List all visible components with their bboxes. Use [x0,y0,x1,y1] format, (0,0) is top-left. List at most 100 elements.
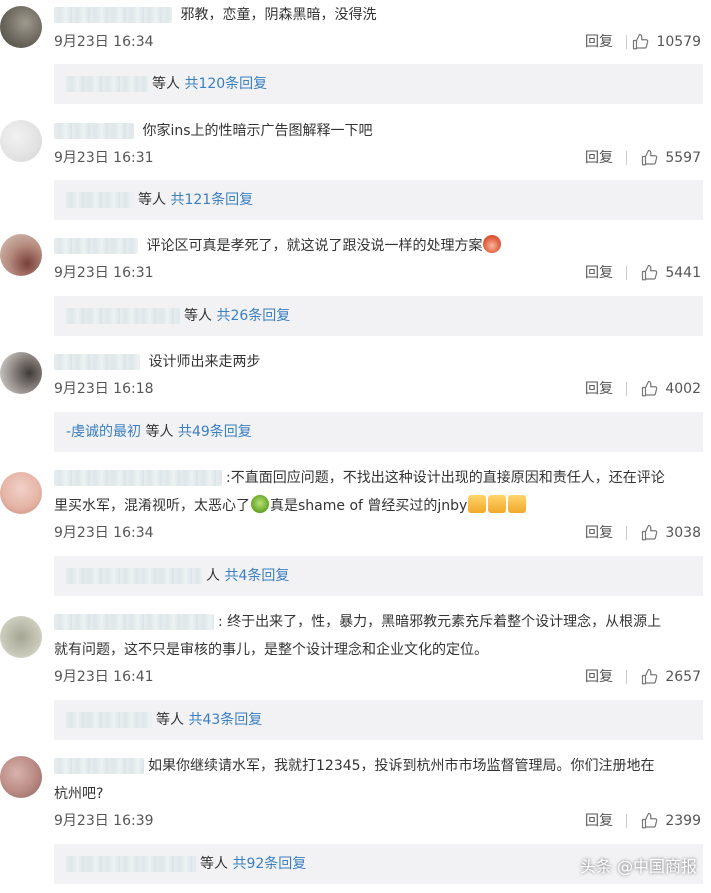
comment-body: 你家ins上的性暗示广告图解释一下吧 [142,123,373,139]
username-blurred[interactable] [66,856,196,872]
reply-button[interactable]: 回复 [585,667,613,687]
view-replies-link[interactable]: 共120条回复 [184,76,267,92]
comment-body-line2a: 里买水军，混淆视听，太恶心了 [54,498,250,514]
comment-text: 邪教，恋童，阴森黑暗，没得洗 [54,1,701,29]
like-count: 10579 [656,34,701,50]
username-blurred[interactable] [66,712,152,728]
like-button[interactable]: 4002 [641,379,701,399]
thread-suffix: 等人 [138,192,166,208]
username-blurred[interactable] [66,568,202,584]
username-blurred[interactable] [54,614,214,630]
comment-body: 设计师出来走两步 [148,354,261,370]
divider [626,670,627,684]
comment-meta: 9月23日 16:31 回复 5441 [54,263,701,283]
like-button[interactable]: 10579 [632,32,701,52]
thread-suffix: 等人 [152,76,180,92]
comment-text: :不直面回应问题，不找出这种设计出现的直接原因和责任人，还在评论 [54,464,701,492]
comment-meta: 9月23日 16:34 回复 10579 [54,32,701,52]
comment-body-line1: :不直面回应问题，不找出这种设计出现的直接原因和责任人，还在评论 [226,470,665,486]
thumbs-up-icon [633,33,649,50]
comment-body: 邪教，恋童，阴森黑暗，没得洗 [180,7,377,23]
comment-body-line1: 如果你继续请水军，我就打12345，投诉到杭州市市场监督管理局。你们注册地在 [148,758,655,774]
reply-button[interactable]: 回复 [585,148,613,168]
like-button[interactable]: 2657 [641,667,701,687]
like-count: 2399 [665,813,701,829]
like-count: 2657 [665,669,701,685]
reply-thread[interactable]: 等人 共26条回复 [54,296,703,336]
thread-suffix: 人 [206,568,220,584]
thread-suffix: 等人 [156,712,184,728]
comment-body-line2b: 真是shame of 曾经买过的jnby [270,498,468,514]
comment-time: 9月23日 16:34 [54,525,154,541]
comment-text: : 终于出来了，性，暴力，黑暗邪教元素充斥着整个设计理念，从根源上 [54,608,701,636]
username-blurred[interactable] [66,76,148,92]
comment-time: 9月23日 16:18 [54,381,154,397]
comment-text: 如果你继续请水军，我就打12345，投诉到杭州市市场监督管理局。你们注册地在 [54,752,701,780]
avatar[interactable] [0,234,42,276]
angry-emoji-icon [483,235,502,253]
like-button[interactable]: 5597 [641,148,701,168]
view-replies-link[interactable]: 共43条回复 [188,712,262,728]
reply-thread[interactable]: 人 共4条回复 [54,556,703,596]
username-blurred[interactable] [66,192,134,208]
avatar[interactable] [0,472,42,514]
view-replies-link[interactable]: 共92条回复 [232,856,306,872]
reply-button[interactable]: 回复 [585,263,613,283]
like-button[interactable]: 2399 [641,811,701,831]
like-button[interactable]: 5441 [641,263,701,283]
like-count: 5597 [665,150,701,166]
thread-suffix: 等人 [145,424,174,440]
divider [626,814,627,828]
view-replies-link[interactable]: 共49条回复 [178,424,252,440]
reply-button[interactable]: 回复 [585,523,613,543]
view-replies-link[interactable]: 共26条回复 [216,308,290,324]
username-blurred[interactable] [54,758,144,774]
reply-thread[interactable]: 等人 共43条回复 [54,700,703,740]
username-blurred[interactable] [54,354,140,370]
username-blurred[interactable] [54,470,222,486]
comment-meta: 9月23日 16:41 回复 2657 [54,667,701,687]
comment-text: 设计师出来走两步 [54,348,701,376]
username-blurred[interactable] [54,7,172,23]
comment-time: 9月23日 16:39 [54,813,154,829]
comment-meta: 9月23日 16:34 回复 3038 [54,523,701,543]
username-blurred[interactable] [54,238,138,254]
reply-thread[interactable]: -虔诚的最初 等人 共49条回复 [54,412,703,452]
reply-thread[interactable]: 等人 共120条回复 [54,64,703,104]
comment-text: 评论区可真是孝死了，就这说了跟没说一样的处理方案 [54,232,701,260]
like-button[interactable]: 3038 [641,523,701,543]
reply-thread[interactable]: 等人 共121条回复 [54,180,703,220]
comment-body: 评论区可真是孝死了，就这说了跟没说一样的处理方案 [146,238,483,254]
thumbs-down-emoji-icon [508,495,527,513]
like-count: 3038 [665,525,701,541]
username-blurred[interactable] [54,123,134,139]
avatar[interactable] [0,120,42,162]
comment-body-line2: 就有问题，这不只是审核的事儿，是整个设计理念和企业文化的定位。 [54,642,488,658]
avatar[interactable] [0,6,42,48]
like-count: 4002 [665,381,701,397]
comment-text: 里买水军，混淆视听，太恶心了 真是shame of 曾经买过的jnby [54,492,701,520]
comment-meta: 9月23日 16:39 回复 2399 [54,811,701,831]
username-blurred[interactable] [66,308,180,324]
avatar[interactable] [0,352,42,394]
avatar[interactable] [0,616,42,658]
view-replies-link[interactable]: 共4条回复 [224,568,289,584]
thread-username[interactable]: -虔诚的最初 [66,424,141,440]
comment-time: 9月23日 16:34 [54,34,154,50]
avatar[interactable] [0,756,42,798]
reply-button[interactable]: 回复 [585,811,613,831]
comment-meta: 9月23日 16:31 回复 5597 [54,148,701,168]
sick-emoji-icon [251,495,269,513]
thread-suffix: 等人 [184,308,212,324]
divider [626,526,627,540]
comment-meta: 9月23日 16:18 回复 4002 [54,379,701,399]
reply-button[interactable]: 回复 [585,379,613,399]
reply-button[interactable]: 回复 [585,32,613,52]
divider [626,35,627,49]
view-replies-link[interactable]: 共121条回复 [170,192,253,208]
divider [626,151,627,165]
divider [626,382,627,396]
divider [626,266,627,280]
comment-body-line2: 杭州吧? [54,786,104,802]
thumbs-up-icon [642,264,658,281]
